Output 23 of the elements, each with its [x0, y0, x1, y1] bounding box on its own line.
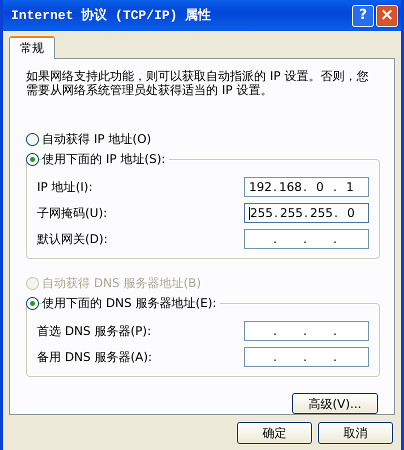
field-label: 首选 DNS 服务器(P):	[37, 323, 152, 340]
ip-address-field[interactable]: . . .	[244, 229, 369, 249]
description-text: 如果网络支持此功能，则可以获取自动指派的 IP 设置。否则，您需要从网络系统管理员处获得适当的 IP 设置。	[26, 69, 370, 97]
radio-button[interactable]	[26, 132, 39, 146]
ip-address-field[interactable]: 192. 168. 0 . 1	[244, 177, 369, 197]
field-label: IP 地址(I):	[37, 179, 93, 196]
ip-address-field[interactable]: . . .	[244, 321, 369, 341]
advanced-button[interactable]: 高级(V)...	[292, 393, 378, 414]
radio-button[interactable]	[26, 152, 39, 166]
field-label: 默认网关(D):	[37, 231, 108, 248]
radio-label[interactable]: 使用下面的 IP 地址(S):	[42, 150, 170, 168]
field-label: 备用 DNS 服务器(A):	[37, 349, 152, 366]
radio-label[interactable]: 使用下面的 DNS 服务器地址(E):	[42, 294, 220, 312]
ip-address-field[interactable]: . . .	[244, 347, 369, 367]
dialog-button[interactable]: 取消	[318, 422, 393, 444]
radio-button[interactable]	[26, 296, 39, 310]
tab[interactable]: 常规	[9, 36, 55, 59]
window-title: Internet 协议 (TCP/IP) 属性	[11, 6, 212, 25]
dialog-button[interactable]: 确定	[237, 422, 312, 444]
ip-address-field[interactable]: 255. 255. 255. 0	[244, 203, 369, 223]
close-button[interactable]: ×	[376, 4, 398, 26]
help-button[interactable]: ?	[352, 4, 374, 26]
field-label: 子网掩码(U):	[37, 205, 108, 222]
